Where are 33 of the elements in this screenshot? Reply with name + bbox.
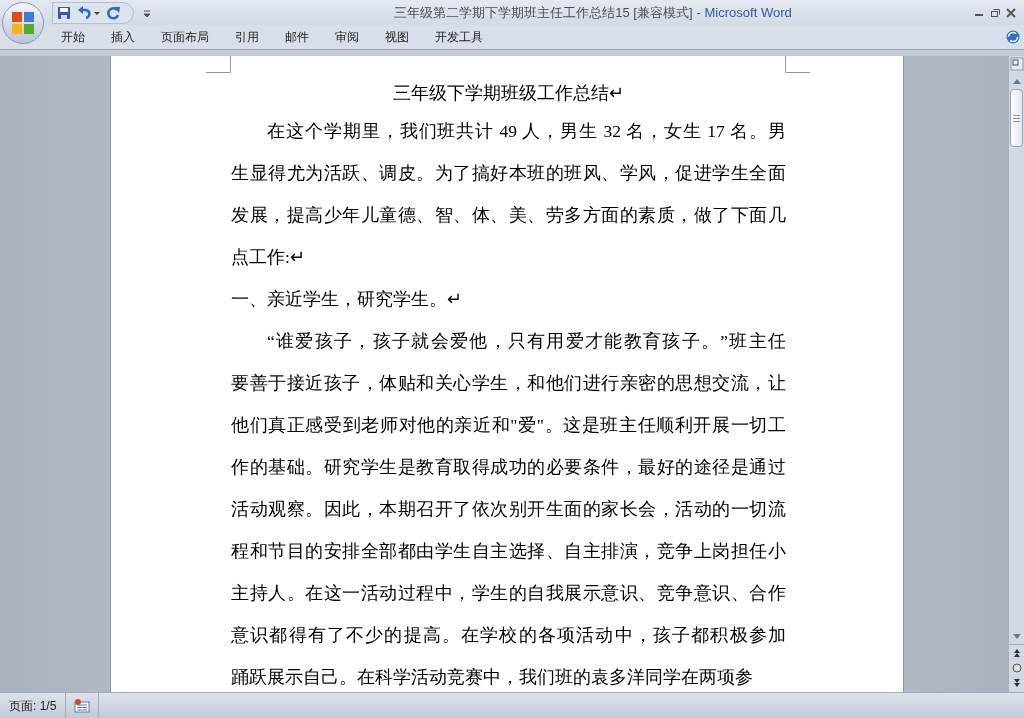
ribbon-tab[interactable]: 页面布局 [148,26,222,48]
paragraph: “谁爱孩子，孩子就会爱他，只有用爱才能教育孩子。”班主任 要善于接近孩子，体贴和关心学生，和他们进行亲密的思想交流，让 他们真正感受到老师对他的亲近和"爱"。这是班主任顺利开展一切工 作的基础。研究学生是教育取得成功的必要条件，最好的途径是通过 活动观察。因此，本期召开了依次别开生面的家长会，活动的一切流 程和节目的安排全部都由学生自主选择、自主排演，竞争上岗担任小 主持人。在这一活动过程中，学生的自我展示意识、竞争意识、合作 意识都得有了不少的提高。在学校的各项活动中，孩子都积极参加 踊跃展示自己。在科学活动竞赛中，我们班的袁多洋同学在两项参 [231,330,786,689]
office-button[interactable] [2,2,44,44]
document-title: 三年级下学期班级工作总结↵ [392,82,625,105]
browse-object-icon[interactable] [1011,663,1022,673]
window-title: 三年级第二学期下学期班主任工作总结15 [兼容模式] [394,3,693,22]
scroll-up-icon[interactable] [1011,77,1022,85]
ribbon-tab[interactable]: 审阅 [322,26,372,48]
save-icon[interactable] [57,5,71,20]
page-counter[interactable]: 页面: 1/5 [0,693,67,718]
ribbon-tab[interactable]: 插入 [98,26,148,48]
crop-mark-icon [785,56,810,73]
customize-dropdown-icon[interactable] [142,7,152,18]
ruler-toggle-icon[interactable] [1009,57,1024,71]
undo-icon[interactable] [77,5,101,20]
app-name: - Microsoft Word [696,3,792,22]
scroll-down-icon[interactable] [1011,633,1022,641]
section-heading: 一、亲近学生，研究学生。↵ [231,288,463,311]
restore-icon[interactable] [990,7,1000,18]
next-page-icon[interactable] [1011,678,1022,688]
crop-mark-icon [206,56,231,73]
ribbon-tab[interactable]: 开发工具 [422,26,496,48]
close-icon[interactable] [1006,7,1016,18]
proofing-icon[interactable] [74,698,91,713]
scroll-thumb[interactable] [1010,89,1023,147]
ribbon-tab[interactable]: 邮件 [272,26,322,48]
ribbon-tab[interactable]: 引用 [222,26,272,48]
ribbon-tab[interactable]: 开始 [48,26,98,48]
office-logo-icon [10,10,36,36]
ribbon-tab[interactable]: 视图 [372,26,422,48]
paragraph: 在这个学期里，我们班共计 49 人，男生 32 名，女生 17 名。男 生显得尤为活跃、调皮。为了搞好本班的班风、学风，促进学生全面 发展，提高少年儿童德、智、体、美、劳多方面的素质，做了下面几 点工作:↵ [231,120,786,269]
previous-page-icon[interactable] [1011,648,1022,658]
redo-icon[interactable] [107,5,121,20]
